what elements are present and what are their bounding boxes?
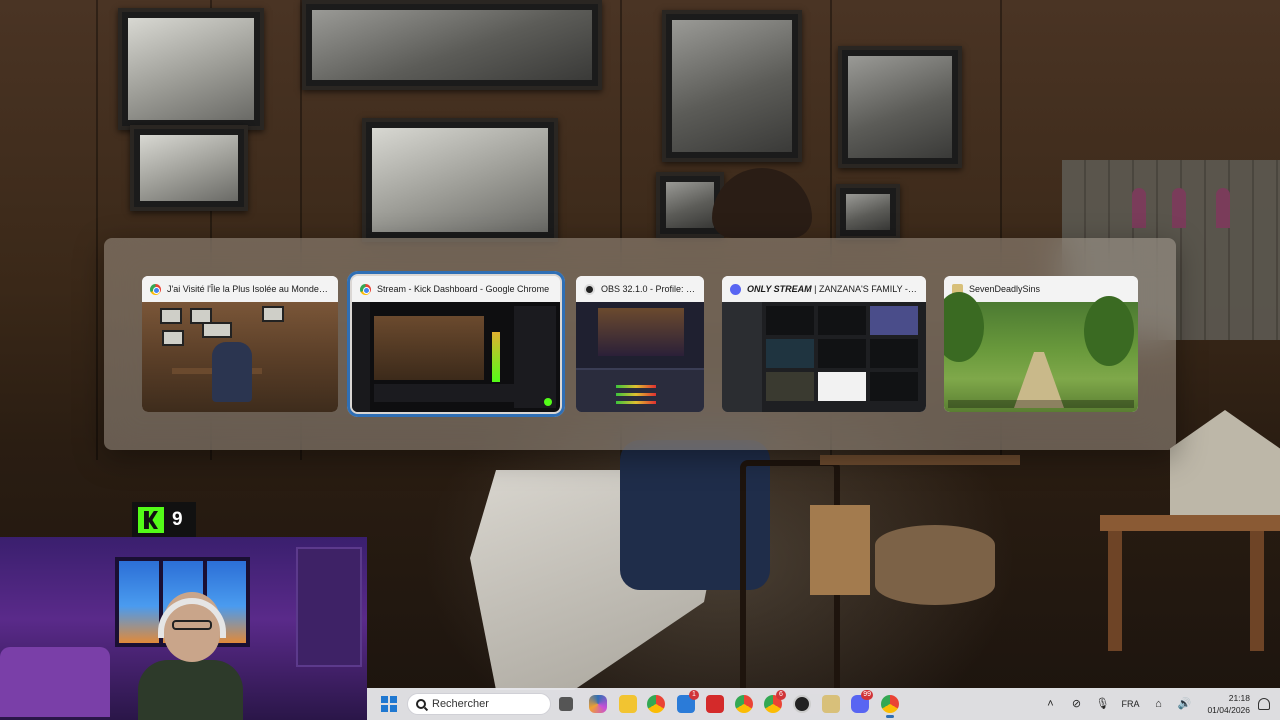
notification-badge: 99 [861,690,873,700]
obs-icon [584,283,595,295]
model-house [1170,410,1280,520]
taskbar: Rechercher 1 6 99 ˄ ⊘ 🎙 FRA ⌂ 🔊 21:18 01… [367,688,1280,720]
wall-photo [118,8,264,130]
webcam-sofa [0,647,110,717]
window-thumbnail-game[interactable]: SevenDeadlySins [944,276,1138,412]
window-preview [352,302,560,412]
wall-photo [838,46,962,168]
gothic-window [1216,188,1230,228]
kick-viewer-badge: 9 [132,502,196,538]
chevron-up-icon[interactable]: ˄ [1043,697,1057,711]
window-preview [142,302,338,412]
bench-leg [1250,531,1264,651]
window-title-bold: ONLY STREAM [747,284,812,294]
wall-photo [130,125,248,211]
chrome-profile-2-icon[interactable]: 6 [764,690,786,713]
webcam-shelf [296,547,362,667]
windows-start-icon[interactable] [381,696,397,712]
game-icon[interactable] [822,695,840,713]
window-preview [944,292,1138,412]
wall-photo [302,0,602,90]
thumbnail-title-bar: J'ai Visité l'Île la Plus Isolée au Mond… [142,276,338,302]
window-thumbnail-obs[interactable]: OBS 32.1.0 - Profile: Sans... [576,276,704,412]
barrel [875,525,995,605]
notification-badge: 1 [689,690,699,700]
clock-date: 01/04/2026 [1207,705,1250,715]
window-title: J'ai Visité l'Île la Plus Isolée au Mond… [167,284,330,294]
window-title: | ZANZANA'S FAMILY - Discord [814,284,918,294]
bench-leg [1108,531,1122,651]
task-view-icon[interactable] [559,697,573,711]
search-placeholder: Rechercher [432,698,489,710]
clock[interactable]: 21:18 01/04/2026 [1207,692,1250,716]
thumbnail-title-bar: ONLY STREAM | ZANZANA'S FAMILY - Discord [722,276,926,302]
microphone-icon[interactable]: 🎙 [1095,697,1109,711]
streamer [138,592,243,720]
search-icon [416,699,426,709]
discord-icon [730,283,741,295]
window-preview [722,302,926,412]
chrome-profile-icon[interactable] [735,695,753,713]
thumbnail-title-bar: Stream - Kick Dashboard - Google Chrome [352,276,560,302]
wifi-icon[interactable]: ⌂ [1151,697,1165,711]
notification-badge: 6 [776,690,786,700]
desk [820,455,1020,465]
discord-icon[interactable]: 99 [851,690,873,713]
gothic-window [1172,188,1186,228]
task-switcher: J'ai Visité l'Île la Plus Isolée au Mond… [104,238,1176,450]
chrome-icon [360,283,371,295]
file-explorer-icon[interactable] [619,695,637,713]
taskbar-search[interactable]: Rechercher [407,693,551,715]
volume-icon[interactable]: 🔊 [1177,697,1192,711]
window-title: SevenDeadlySins [969,284,1041,294]
window-thumbnail-youtube[interactable]: J'ai Visité l'Île la Plus Isolée au Mond… [142,276,338,412]
obs-icon[interactable] [793,695,811,713]
window-title: OBS 32.1.0 - Profile: Sans... [601,284,696,294]
language-indicator[interactable]: FRA [1121,699,1139,709]
chrome-icon [150,283,161,295]
wall-photo [662,10,802,162]
app-notify-icon[interactable]: 1 [677,690,699,713]
person-head [712,168,812,238]
thumbnail-title-bar: OBS 32.1.0 - Profile: Sans... [576,276,704,302]
wall-photo [836,184,900,240]
copilot-icon[interactable] [589,695,607,713]
window-preview [576,302,704,412]
chrome-icon[interactable] [647,695,665,713]
gothic-window [1132,188,1146,228]
viewer-count: 9 [172,509,183,530]
window-thumbnail-discord[interactable]: ONLY STREAM | ZANZANA'S FAMILY - Discord [722,276,926,412]
wooden-crate [810,505,870,595]
webcam-overlay [0,537,367,720]
network-off-icon[interactable]: ⊘ [1069,697,1083,711]
wall-plank [96,0,98,460]
bench [1100,515,1280,531]
notification-bell-icon[interactable] [1258,698,1270,710]
wall-photo [362,118,558,242]
wps-icon[interactable] [706,695,724,713]
kick-logo-icon [138,507,164,533]
window-thumbnail-kick-dashboard[interactable]: Stream - Kick Dashboard - Google Chrome [347,271,565,417]
clock-time: 21:18 [1228,693,1250,703]
system-tray: ˄ ⊘ 🎙 FRA ⌂ 🔊 21:18 01/04/2026 [1037,688,1280,720]
chrome-active-icon[interactable] [881,695,899,718]
window-title: Stream - Kick Dashboard - Google Chrome [377,284,550,294]
